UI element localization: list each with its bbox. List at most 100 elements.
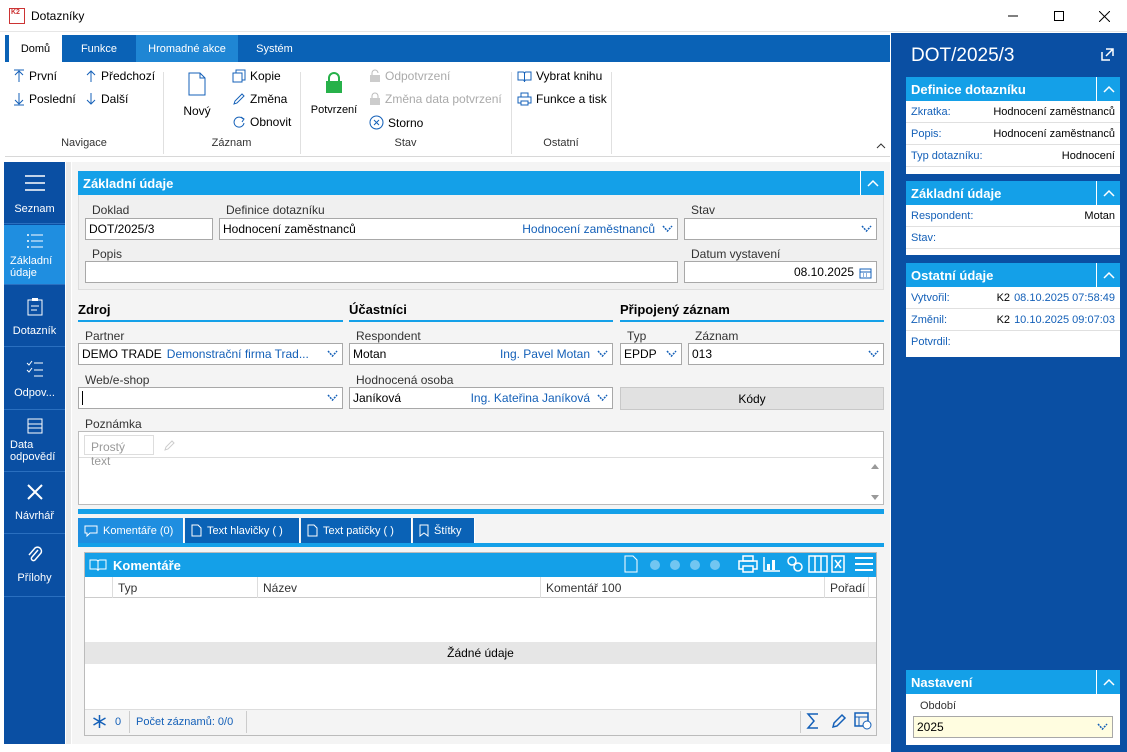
- kody-button[interactable]: Kódy: [620, 387, 884, 410]
- definice-field[interactable]: Hodnocení zaměstnanců Hodnocení zaměstnan…: [219, 218, 678, 240]
- ribbon-collapse-icon[interactable]: [876, 143, 886, 149]
- menu-icon[interactable]: [854, 556, 874, 572]
- dropdown-icon: [327, 350, 338, 358]
- pencil-icon[interactable]: [163, 439, 176, 452]
- col-nazev[interactable]: Název: [258, 577, 541, 598]
- horizontal-splitter[interactable]: [78, 509, 884, 514]
- collapse-icon[interactable]: [1096, 77, 1120, 101]
- collapse-icon[interactable]: [1096, 263, 1120, 287]
- zaznam-field[interactable]: 013: [688, 343, 884, 365]
- popis-field[interactable]: [85, 261, 678, 283]
- collapse-icon[interactable]: [860, 171, 884, 195]
- clipboard-icon: [27, 298, 42, 316]
- confirm-button[interactable]: Potvrzení: [307, 72, 361, 116]
- col-poradi[interactable]: Pořadí: [825, 577, 869, 598]
- partner-label: Partner: [85, 329, 125, 343]
- close-button[interactable]: [1081, 0, 1127, 32]
- snowflake-icon[interactable]: [92, 714, 107, 729]
- new-button[interactable]: Nový: [180, 72, 214, 118]
- lock-icon: [370, 92, 380, 105]
- nav-dotaznik[interactable]: Dotazník: [4, 286, 65, 347]
- change-date-button[interactable]: Změna data potvrzení: [369, 92, 502, 106]
- prev-button[interactable]: Předchozí: [85, 69, 155, 83]
- nav-splitter[interactable]: [66, 162, 71, 744]
- tab-komentare[interactable]: Komentáře (0): [78, 518, 184, 543]
- filter-icon[interactable]: [786, 555, 804, 573]
- arrow-down-icon: [86, 93, 96, 105]
- definice-panel: Zkratka: Hodnocení zaměstnanců Popis: Hodn…: [906, 101, 1120, 174]
- next-button[interactable]: Další: [85, 92, 128, 106]
- datum-field[interactable]: 08.10.2025: [684, 261, 877, 283]
- stav-field[interactable]: [684, 218, 877, 240]
- sum-icon[interactable]: [806, 713, 820, 729]
- refresh-button[interactable]: Obnovit: [232, 115, 291, 129]
- new-document-icon: [188, 72, 206, 96]
- doklad-field[interactable]: DOT/2025/3: [85, 218, 213, 240]
- datum-label: Datum vystavení: [691, 247, 781, 261]
- tab-funkce[interactable]: Funkce: [66, 35, 132, 62]
- functions-print-button[interactable]: Funkce a tisk: [517, 92, 607, 106]
- tab-hromadne-akce[interactable]: Hromadné akce: [136, 35, 238, 62]
- dropdown-icon: [1097, 723, 1108, 731]
- columns-icon[interactable]: [808, 555, 828, 573]
- scrollbar[interactable]: [867, 460, 883, 504]
- col-selector[interactable]: [85, 577, 113, 598]
- zakladni-row: Stav:: [906, 227, 1120, 249]
- hodnocena-field[interactable]: Janíková Ing. Kateřina Janíková: [349, 387, 613, 409]
- window-title: Dotazníky: [31, 9, 85, 23]
- format-select[interactable]: Prostý text: [84, 435, 154, 468]
- col-komentar[interactable]: Komentář 100: [541, 577, 825, 598]
- nav-navrhar[interactable]: Návrhář: [4, 473, 65, 534]
- definice-panel-header: Definice dotazníku: [906, 77, 1120, 101]
- nav-prilohy[interactable]: Přílohy: [4, 535, 65, 597]
- last-button[interactable]: Poslední: [13, 92, 76, 106]
- select-book-button[interactable]: Vybrat knihu: [517, 69, 602, 83]
- collapse-icon[interactable]: [1096, 181, 1120, 205]
- document-icon: [307, 524, 318, 537]
- copy-button[interactable]: Kopie: [232, 69, 281, 83]
- first-button[interactable]: První: [13, 69, 57, 83]
- tab-system[interactable]: Systém: [242, 35, 307, 62]
- obdobi-field[interactable]: 2025: [913, 716, 1113, 738]
- print-icon[interactable]: [738, 555, 758, 573]
- tab-text-paticky[interactable]: Text patičky ( ): [301, 518, 412, 543]
- web-field[interactable]: [78, 387, 343, 409]
- nav-seznam[interactable]: Seznam: [4, 162, 65, 224]
- open-external-icon[interactable]: [1101, 48, 1114, 61]
- stav-label: Stav: [691, 203, 716, 217]
- typ-field[interactable]: EPDP: [620, 343, 682, 365]
- partner-field[interactable]: DEMO TRADE Demonstrační firma Trad...: [78, 343, 343, 365]
- storno-button[interactable]: Storno: [369, 115, 423, 130]
- collapse-icon[interactable]: [1096, 670, 1120, 694]
- dropdown-icon: [868, 350, 879, 358]
- printer-icon: [517, 92, 532, 106]
- zakladni-panel-header: Základní údaje: [906, 181, 1120, 205]
- respondent-label: Respondent: [356, 329, 421, 343]
- tools-icon: [26, 484, 43, 500]
- col-typ[interactable]: Typ: [113, 577, 258, 598]
- new-record-icon[interactable]: [624, 555, 638, 573]
- definice-row: Zkratka: Hodnocení zaměstnanců: [906, 101, 1120, 123]
- nav-data-odpovedi[interactable]: Data odpovědí: [4, 411, 65, 472]
- group-label-stav: Stav: [394, 137, 417, 149]
- respondent-field[interactable]: Motan Ing. Pavel Motan: [349, 343, 613, 365]
- tab-text-hlavicky[interactable]: Text hlavičky ( ): [185, 518, 300, 543]
- poznamka-label: Poznámka: [85, 417, 142, 431]
- nav-zakladni-udaje[interactable]: Základní údaje: [4, 225, 65, 285]
- dropdown-icon: [597, 394, 608, 402]
- edit-icon[interactable]: [831, 713, 847, 729]
- table-settings-icon[interactable]: [854, 712, 872, 730]
- minimize-button[interactable]: [990, 0, 1036, 32]
- export-excel-icon[interactable]: [831, 555, 849, 573]
- tab-domu[interactable]: Domů: [9, 35, 62, 62]
- group-label-ostatni: Ostatní: [543, 137, 579, 149]
- chart-icon[interactable]: [762, 555, 782, 573]
- unconfirm-button[interactable]: Odpotvrzení: [369, 69, 450, 83]
- nav-odpovedi[interactable]: Odpov...: [4, 348, 65, 410]
- cancel-icon: [369, 115, 384, 130]
- obdobi-label: Období: [920, 700, 957, 712]
- change-button[interactable]: Změna: [232, 92, 287, 106]
- tab-stitky[interactable]: Štítky: [413, 518, 475, 543]
- zakladni-panel: Respondent: Motan Stav:: [906, 205, 1120, 255]
- maximize-button[interactable]: [1036, 0, 1082, 32]
